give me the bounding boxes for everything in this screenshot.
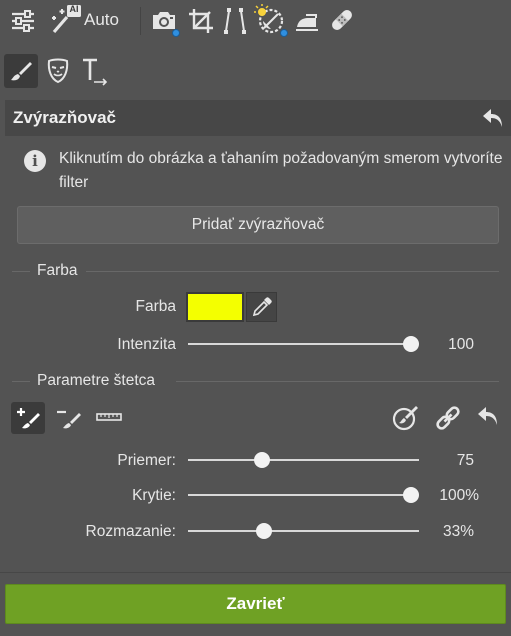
bandage-icon[interactable]	[328, 6, 356, 34]
panel-title: Zvýrazňovač	[13, 108, 116, 127]
brush-add-icon	[16, 407, 40, 429]
info-text: Kliknutím do obrázka a ťahaním požadovan…	[59, 150, 503, 191]
text-icon[interactable]	[82, 58, 108, 86]
info-icon: i	[24, 150, 46, 172]
exposure-indicator-dot	[280, 29, 288, 37]
intensity-slider-track[interactable]	[188, 343, 411, 345]
blur-slider-thumb[interactable]	[256, 523, 273, 539]
intensity-value: 100	[448, 336, 474, 353]
mask-icon[interactable]	[46, 58, 70, 84]
color-section-title: Farba	[37, 262, 78, 279]
opacity-value: 100%	[439, 487, 479, 504]
reset-icon[interactable]	[476, 404, 500, 428]
brush-tool-button[interactable]	[4, 54, 38, 88]
perspective-icon[interactable]	[222, 7, 248, 35]
eyedropper-button[interactable]	[246, 292, 277, 322]
auto-button[interactable]: Auto	[84, 10, 119, 30]
diameter-value: 75	[456, 452, 474, 469]
intensity-label: Intenzita	[117, 336, 176, 353]
section-divider	[12, 381, 30, 382]
brush-section-title: Parametre štetca	[37, 372, 156, 389]
iron-icon[interactable]	[294, 9, 320, 33]
ai-badge: AI	[69, 4, 79, 14]
ruler-icon[interactable]	[96, 411, 122, 423]
toolbar-divider	[140, 7, 141, 35]
brush-add-button[interactable]	[11, 402, 45, 434]
top-toolbar: AI Auto	[0, 0, 511, 44]
color-swatch[interactable]	[186, 292, 244, 322]
color-label: Farba	[135, 298, 177, 315]
brush-erase-icon[interactable]	[56, 407, 82, 429]
close-button[interactable]: Zavrieť	[5, 584, 506, 624]
brush-icon	[10, 60, 32, 82]
camera-indicator-dot	[172, 29, 180, 37]
opacity-slider-thumb[interactable]	[403, 487, 419, 503]
crop-icon[interactable]	[188, 8, 214, 34]
section-divider	[176, 381, 499, 382]
section-divider	[12, 271, 30, 272]
diameter-slider-thumb[interactable]	[253, 452, 270, 468]
sliders-icon[interactable]	[10, 9, 36, 33]
blur-label: Rozmazanie:	[85, 523, 176, 540]
link-icon[interactable]	[434, 404, 462, 432]
blur-value: 33%	[442, 523, 474, 540]
blur-slider-track[interactable]	[188, 530, 419, 532]
opacity-slider-track[interactable]	[188, 494, 411, 496]
brush-settings-icon[interactable]	[392, 405, 418, 431]
opacity-label: Krytie:	[132, 487, 176, 504]
panel-header: Zvýrazňovač	[5, 100, 511, 136]
diameter-label: Priemer:	[117, 452, 176, 469]
diameter-slider-track[interactable]	[188, 459, 419, 461]
add-highlighter-button[interactable]: Pridať zvýrazňovač	[17, 206, 499, 244]
undo-icon[interactable]	[481, 106, 505, 130]
eyedropper-icon	[252, 297, 272, 317]
footer-divider	[0, 572, 511, 573]
section-divider	[86, 271, 499, 272]
